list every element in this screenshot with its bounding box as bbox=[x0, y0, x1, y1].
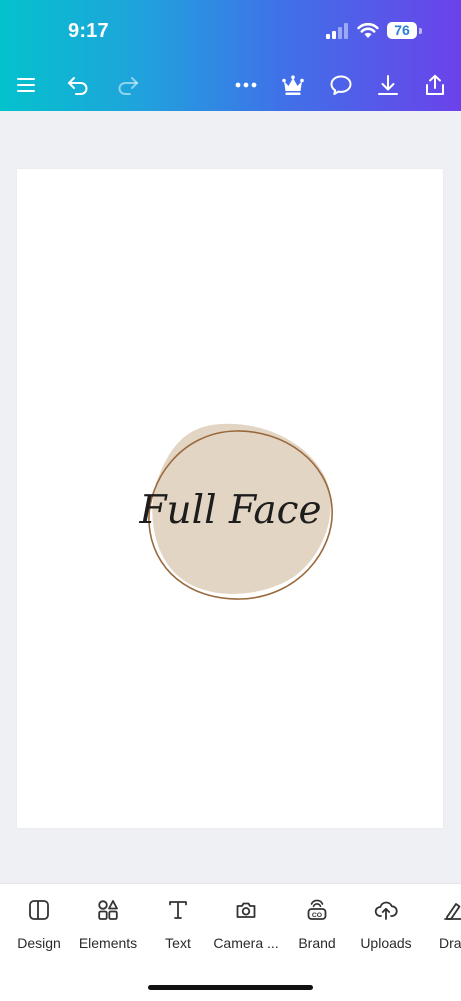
nav-brand-label: Brand bbox=[298, 935, 336, 951]
uploads-icon bbox=[374, 901, 398, 920]
camera-icon bbox=[236, 902, 256, 918]
menu-icon bbox=[17, 78, 35, 92]
logo-text[interactable]: Full Face bbox=[0, 488, 461, 533]
nav-uploads[interactable]: Uploads bbox=[346, 884, 426, 964]
undo-button[interactable] bbox=[64, 71, 92, 99]
premium-button[interactable] bbox=[279, 71, 307, 99]
nav-draw-label: Dra bbox=[439, 935, 461, 951]
svg-text:CO: CO bbox=[312, 912, 322, 919]
status-time: 9:17 bbox=[68, 20, 109, 42]
undo-icon bbox=[68, 77, 88, 95]
share-icon bbox=[426, 74, 444, 95]
elements-icon bbox=[98, 900, 118, 920]
share-button[interactable] bbox=[421, 71, 449, 99]
text-icon bbox=[169, 901, 187, 919]
nav-camera-label: Camera ... bbox=[213, 935, 279, 951]
app-header: 9:17 76 bbox=[0, 0, 461, 111]
comment-button[interactable] bbox=[327, 71, 355, 99]
menu-button[interactable] bbox=[12, 71, 40, 99]
battery-nub bbox=[419, 28, 422, 34]
redo-icon bbox=[118, 77, 138, 95]
nav-uploads-label: Uploads bbox=[360, 935, 412, 951]
nav-camera[interactable]: Camera ... bbox=[206, 884, 286, 964]
download-button[interactable] bbox=[374, 71, 402, 99]
download-icon bbox=[378, 75, 398, 95]
cellular-signal-icon bbox=[326, 23, 348, 39]
brand-icon: CO bbox=[307, 899, 327, 920]
comment-icon bbox=[330, 75, 352, 95]
crown-icon bbox=[282, 75, 304, 95]
nav-elements-label: Elements bbox=[78, 935, 138, 951]
more-icon bbox=[235, 82, 257, 88]
nav-brand[interactable]: CO Brand bbox=[277, 884, 357, 964]
nav-draw[interactable]: Dra bbox=[415, 884, 461, 964]
redo-button[interactable] bbox=[114, 71, 142, 99]
bottom-toolbar: Design Elements Text Camera ... CO Brand… bbox=[0, 883, 461, 1001]
battery-indicator: 76 bbox=[387, 22, 417, 39]
home-indicator bbox=[148, 985, 313, 990]
design-icon bbox=[29, 900, 49, 920]
wifi-icon bbox=[357, 22, 379, 38]
nav-elements[interactable]: Elements bbox=[68, 884, 148, 964]
draw-icon bbox=[444, 903, 461, 920]
more-button[interactable] bbox=[232, 71, 260, 99]
